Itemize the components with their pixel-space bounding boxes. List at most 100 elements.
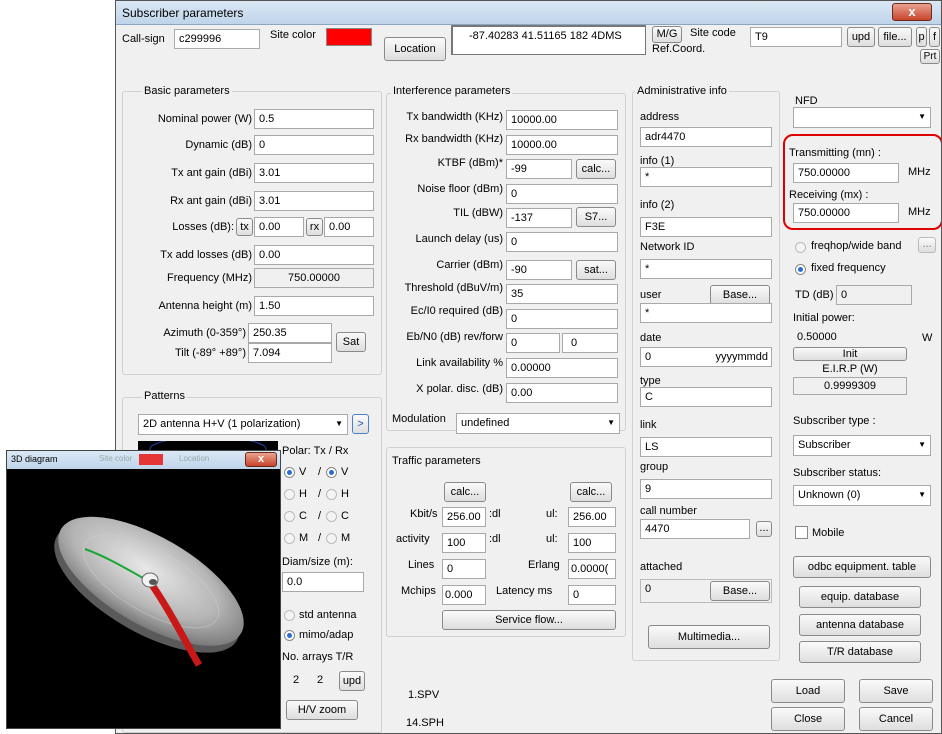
polar-rx-v-radio[interactable] bbox=[326, 467, 337, 478]
close-window-button[interactable]: x bbox=[892, 3, 932, 21]
file-button[interactable]: file... bbox=[878, 27, 912, 47]
pattern-type-select[interactable]: 2D antenna H+V (1 polarization) bbox=[138, 414, 348, 435]
lines-input[interactable]: 0 bbox=[442, 559, 486, 579]
tx-losses-input[interactable]: 0.00 bbox=[254, 217, 304, 237]
threshold-input[interactable]: 35 bbox=[506, 284, 618, 304]
call-number-input[interactable]: 4470 bbox=[640, 519, 750, 539]
user-input[interactable]: * bbox=[640, 303, 772, 323]
noise-floor-input[interactable]: 0 bbox=[506, 184, 618, 204]
polar-tx-v-radio[interactable] bbox=[284, 467, 295, 478]
modulation-select[interactable]: undefined bbox=[456, 413, 620, 434]
tr-database-button[interactable]: T/R database bbox=[799, 641, 921, 663]
odbc-equipment-table-button[interactable]: odbc equipment. table bbox=[793, 556, 931, 578]
callsign-input[interactable]: c299996 bbox=[174, 29, 260, 49]
transmitting-input[interactable]: 750.00000 bbox=[793, 163, 899, 183]
tx-bandwidth-input[interactable]: 10000.00 bbox=[506, 110, 618, 130]
mchips-input[interactable]: 0.000 bbox=[442, 585, 486, 605]
mg-button[interactable]: M/G bbox=[652, 26, 682, 43]
latency-input[interactable]: 0 bbox=[568, 585, 616, 605]
til-input[interactable]: -137 bbox=[506, 208, 572, 228]
tx-losses-button[interactable]: tx bbox=[236, 218, 253, 236]
traffic-calc-ul-button[interactable]: calc... bbox=[570, 482, 612, 502]
ktbf-input[interactable]: -99 bbox=[506, 159, 572, 179]
activity-ul-input[interactable]: 100 bbox=[568, 533, 616, 553]
load-button[interactable]: Load bbox=[771, 679, 845, 703]
launch-delay-input[interactable]: 0 bbox=[506, 232, 618, 252]
call-number-browse-button[interactable]: ... bbox=[756, 521, 772, 537]
fixed-frequency-radio[interactable] bbox=[795, 264, 806, 275]
kbits-ul-input[interactable]: 256.00 bbox=[568, 507, 616, 527]
nfd-select[interactable] bbox=[793, 107, 931, 128]
3d-diagram-title-bar[interactable]: 3D diagram Site color Location x bbox=[7, 451, 280, 469]
nominal-power-input[interactable]: 0.5 bbox=[254, 109, 374, 129]
upd-button[interactable]: upd bbox=[847, 27, 875, 47]
arrays-r-input[interactable]: 2 bbox=[306, 671, 334, 691]
info2-input[interactable]: F3E bbox=[640, 217, 772, 237]
polar-tx-h-radio[interactable] bbox=[284, 489, 295, 500]
polar-rx-c-radio[interactable] bbox=[326, 511, 337, 522]
location-button[interactable]: Location bbox=[384, 37, 446, 61]
s7-button[interactable]: S7... bbox=[576, 207, 616, 227]
3d-diagram-window[interactable]: 3D diagram Site color Location x bbox=[6, 450, 281, 729]
arrays-upd-button[interactable]: upd bbox=[339, 671, 365, 691]
eb-n0-forw-input[interactable]: 0 bbox=[562, 333, 618, 353]
link-input[interactable]: LS bbox=[640, 437, 772, 457]
rx-ant-gain-input[interactable]: 3.01 bbox=[254, 191, 374, 211]
std-antenna-radio[interactable] bbox=[284, 610, 295, 621]
freqhop-radio[interactable] bbox=[795, 242, 806, 253]
initial-power-input[interactable]: 0.50000 bbox=[793, 328, 907, 348]
tx-add-losses-input[interactable]: 0.00 bbox=[254, 245, 374, 265]
type-input[interactable]: C bbox=[640, 387, 772, 407]
date-input[interactable]: 0 yyyymmdd bbox=[640, 347, 772, 367]
save-button[interactable]: Save bbox=[859, 679, 933, 703]
ec-required-input[interactable]: 0 bbox=[506, 309, 618, 329]
equip-database-button[interactable]: equip. database bbox=[799, 586, 921, 608]
init-button[interactable]: Init bbox=[793, 347, 907, 361]
prt-button[interactable]: Prt bbox=[920, 49, 940, 64]
polar-rx-m-radio[interactable] bbox=[326, 533, 337, 544]
eb-n0-rev-input[interactable]: 0 bbox=[506, 333, 560, 353]
info1-input[interactable]: * bbox=[640, 167, 772, 187]
kbits-dl-input[interactable]: 256.00 bbox=[442, 507, 486, 527]
rx-losses-input[interactable]: 0.00 bbox=[324, 217, 374, 237]
hv-zoom-button[interactable]: H/V zoom bbox=[286, 700, 358, 720]
carrier-input[interactable]: -90 bbox=[506, 260, 572, 280]
site-code-input[interactable]: T9 bbox=[750, 27, 842, 47]
pattern-go-button[interactable]: > bbox=[352, 414, 369, 434]
network-id-input[interactable]: * bbox=[640, 259, 772, 279]
sat-button[interactable]: Sat bbox=[336, 332, 366, 352]
close-button[interactable]: Close bbox=[771, 707, 845, 731]
3d-diagram-close-button[interactable]: x bbox=[245, 452, 277, 467]
x-polar-disc-input[interactable]: 0.00 bbox=[506, 383, 618, 403]
address-input[interactable]: adr4470 bbox=[640, 127, 772, 147]
f-button[interactable]: f bbox=[929, 27, 940, 47]
rx-losses-button[interactable]: rx bbox=[306, 218, 323, 236]
dynamic-input[interactable]: 0 bbox=[254, 135, 374, 155]
antenna-height-input[interactable]: 1.50 bbox=[254, 296, 374, 316]
service-flow-button[interactable]: Service flow... bbox=[442, 610, 616, 630]
activity-dl-input[interactable]: 100 bbox=[442, 533, 486, 553]
traffic-calc-dl-button[interactable]: calc... bbox=[444, 482, 486, 502]
erlang-input[interactable]: 0.0000( bbox=[568, 559, 616, 579]
cancel-button[interactable]: Cancel bbox=[859, 707, 933, 731]
multimedia-button[interactable]: Multimedia... bbox=[648, 625, 770, 649]
freqhop-options-button[interactable]: ... bbox=[918, 237, 936, 253]
antenna-database-button[interactable]: antenna database bbox=[799, 614, 921, 636]
rx-bandwidth-input[interactable]: 10000.00 bbox=[506, 135, 618, 155]
mobile-checkbox[interactable] bbox=[795, 526, 808, 539]
group-input[interactable]: 9 bbox=[640, 479, 772, 499]
site-color-swatch[interactable] bbox=[326, 28, 372, 46]
link-availability-input[interactable]: 0.00000 bbox=[506, 358, 618, 378]
diam-size-input[interactable]: 0.0 bbox=[282, 572, 364, 592]
subscriber-status-select[interactable]: Unknown (0) bbox=[793, 485, 931, 506]
mimo-adap-radio[interactable] bbox=[284, 630, 295, 641]
tilt-input[interactable]: 7.094 bbox=[248, 343, 332, 363]
azimuth-input[interactable]: 250.35 bbox=[248, 323, 332, 343]
polar-tx-m-radio[interactable] bbox=[284, 533, 295, 544]
polar-tx-c-radio[interactable] bbox=[284, 511, 295, 522]
polar-rx-h-radio[interactable] bbox=[326, 489, 337, 500]
ktbf-calc-button[interactable]: calc... bbox=[576, 159, 616, 179]
subscriber-type-select[interactable]: Subscriber bbox=[793, 435, 931, 456]
p-button[interactable]: p bbox=[916, 27, 927, 47]
tx-ant-gain-input[interactable]: 3.01 bbox=[254, 163, 374, 183]
